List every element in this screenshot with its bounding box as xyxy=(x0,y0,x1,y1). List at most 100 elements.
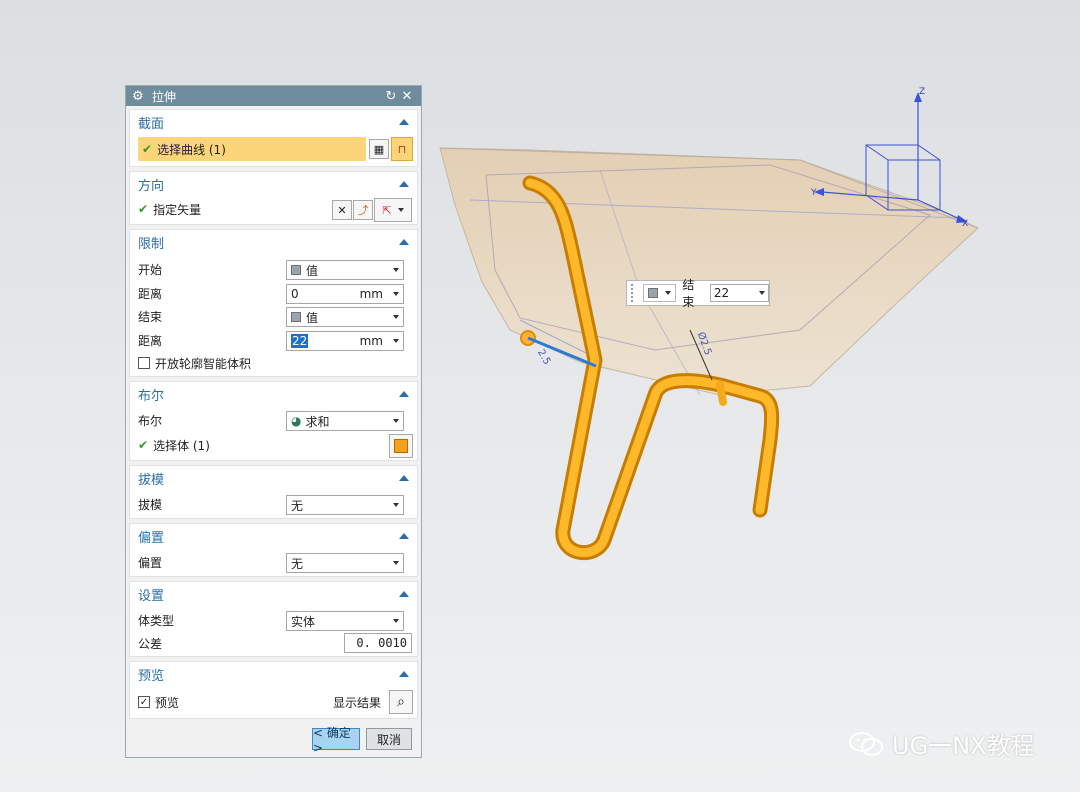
chevron-down-icon xyxy=(393,315,399,319)
limits-group: 限制 开始 值 距离 0 mm 结束 值 距离 22 mm 开放轮廓智能体积 xyxy=(129,229,418,377)
preview-header[interactable]: 预览 xyxy=(130,662,417,686)
select-curve-label: 选择曲线 (1) xyxy=(157,142,226,157)
sketch-section-button[interactable]: ▦ xyxy=(369,139,389,159)
dim-small-label: 2.5 xyxy=(535,348,552,367)
chevron-down-icon xyxy=(759,291,765,295)
chevron-down-icon xyxy=(393,619,399,623)
gear-icon[interactable]: ⚙ xyxy=(132,89,146,104)
body-type-dropdown[interactable]: 实体 xyxy=(286,611,404,631)
limits-header[interactable]: 限制 xyxy=(130,230,417,254)
curve-icon: ⊓ xyxy=(397,142,407,156)
vector-dialog-button[interactable]: ⤴ xyxy=(353,200,373,220)
close-icon[interactable]: ✕ xyxy=(399,89,415,104)
select-body-label: 选择体 (1) xyxy=(153,438,210,453)
start-type-dropdown[interactable]: 值 xyxy=(286,260,404,280)
offset-title: 偏置 xyxy=(138,530,165,546)
draft-dropdown[interactable]: 无 xyxy=(286,495,404,515)
offset-header[interactable]: 偏置 xyxy=(130,524,417,548)
show-result-label: 显示结果 xyxy=(332,695,381,710)
chevron-down-icon xyxy=(393,339,399,343)
select-curve-row[interactable]: ✔ 选择曲线 (1) xyxy=(138,137,366,161)
end-value-input[interactable]: 22 xyxy=(709,284,769,302)
end-type-dropdown[interactable] xyxy=(642,284,677,302)
show-result-button[interactable]: ⌕ xyxy=(389,690,413,714)
start-distance-input[interactable]: 0 mm xyxy=(286,284,404,304)
cancel-button[interactable]: 取消 xyxy=(366,728,412,750)
open-profile-checkbox[interactable] xyxy=(138,357,150,369)
dialog-titlebar[interactable]: ⚙ 拉伸 ↻ ✕ xyxy=(126,86,421,106)
direction-title: 方向 xyxy=(138,178,165,194)
check-icon: ✔ xyxy=(138,438,149,452)
collapse-icon[interactable] xyxy=(399,391,409,397)
chevron-down-icon xyxy=(393,503,399,507)
reverse-direction-button[interactable]: ✕ xyxy=(332,200,352,220)
draft-group: 拔模 拔模 无 xyxy=(129,465,418,519)
end-label: 结束 xyxy=(682,278,695,309)
boolean-group: 布尔 布尔 ◕ 求和 ✔ 选择体 (1) xyxy=(129,381,418,461)
ok-button[interactable]: < 确定 > xyxy=(312,726,360,755)
end-distance-handle[interactable]: 结束 22 xyxy=(626,278,770,309)
collapse-icon[interactable] xyxy=(399,119,409,125)
tube-vertical xyxy=(716,381,727,406)
preview-label: 预览 xyxy=(155,695,180,710)
axis-z-label: Z xyxy=(919,87,925,97)
check-icon: ✔ xyxy=(138,202,149,216)
cube-icon xyxy=(291,265,301,275)
collapse-icon[interactable] xyxy=(399,181,409,187)
chevron-down-icon xyxy=(393,561,399,565)
chevron-down-icon xyxy=(393,419,399,423)
boolean-title: 布尔 xyxy=(138,388,165,404)
preview-title: 预览 xyxy=(138,668,165,684)
offset-group: 偏置 偏置 无 xyxy=(129,523,418,577)
axis-x-label: X xyxy=(962,219,968,229)
check-icon: ✔ xyxy=(142,142,153,156)
unite-icon: ◕ xyxy=(291,414,302,428)
collapse-icon[interactable] xyxy=(399,591,409,597)
sketch-icon: ▦ xyxy=(373,142,385,156)
cube-icon xyxy=(291,312,301,322)
collapse-icon[interactable] xyxy=(399,475,409,481)
collapse-icon[interactable] xyxy=(399,671,409,677)
collapse-icon[interactable] xyxy=(399,533,409,539)
draft-header[interactable]: 拔模 xyxy=(130,466,417,490)
vector-type-dropdown[interactable]: ⇱ xyxy=(374,198,412,222)
chevron-down-icon xyxy=(393,292,399,296)
boolean-dropdown[interactable]: ◕ 求和 xyxy=(286,411,404,431)
tray-body xyxy=(439,147,979,396)
direction-header[interactable]: 方向 xyxy=(130,172,417,196)
magnifier-icon: ⌕ xyxy=(397,694,405,710)
end-type-dropdown[interactable]: 值 xyxy=(286,307,404,327)
end-distance-input[interactable]: 22 mm xyxy=(286,331,404,351)
watermark: UG一NX教程 xyxy=(848,726,1035,761)
select-body-row: ✔ 选择体 (1) xyxy=(138,434,409,456)
vector-icon: ⤴ xyxy=(357,204,369,217)
watermark-text: UG一NX教程 xyxy=(892,732,1035,760)
dialog-title: 拉伸 xyxy=(152,89,177,104)
open-profile-row[interactable]: 开放轮廓智能体积 xyxy=(138,352,409,374)
settings-title: 设置 xyxy=(138,588,165,604)
chevron-down-icon xyxy=(393,268,399,272)
chevron-down-icon xyxy=(665,291,672,295)
axis-vector-icon: ⇱ xyxy=(382,203,392,217)
preview-checkbox[interactable]: ✓ xyxy=(138,696,150,708)
settings-header[interactable]: 设置 xyxy=(130,582,417,606)
preview-group: 预览 ✓ 预览 显示结果 ⌕ xyxy=(129,661,418,719)
reset-icon[interactable]: ↻ xyxy=(383,89,399,104)
curve-selection-button[interactable]: ⊓ xyxy=(391,137,413,161)
boolean-header[interactable]: 布尔 xyxy=(130,382,417,406)
reverse-icon: ✕ xyxy=(337,203,347,217)
offset-dropdown[interactable]: 无 xyxy=(286,553,404,573)
chevron-down-icon xyxy=(397,208,404,212)
drag-grip[interactable] xyxy=(631,284,639,302)
section-header[interactable]: 截面 xyxy=(130,110,417,134)
end-distance-value: 22 xyxy=(291,334,309,348)
select-body-button[interactable] xyxy=(389,434,413,458)
direction-group: 方向 ✔ 指定矢量 ✕ ⤴ ⇱ xyxy=(129,171,418,225)
settings-group: 设置 体类型 实体 公差 0. 0010 xyxy=(129,581,418,657)
tolerance-input[interactable]: 0. 0010 xyxy=(344,633,412,653)
section-title: 截面 xyxy=(138,116,165,132)
open-profile-label: 开放轮廓智能体积 xyxy=(155,356,252,371)
collapse-icon[interactable] xyxy=(399,239,409,245)
extrude-dialog: ⚙ 拉伸 ↻ ✕ 截面 ✔ 选择曲线 (1) ▦ ⊓ 方向 ✔ 指定矢量 ✕ ⤴… xyxy=(125,85,422,758)
wechat-icon xyxy=(849,731,883,756)
